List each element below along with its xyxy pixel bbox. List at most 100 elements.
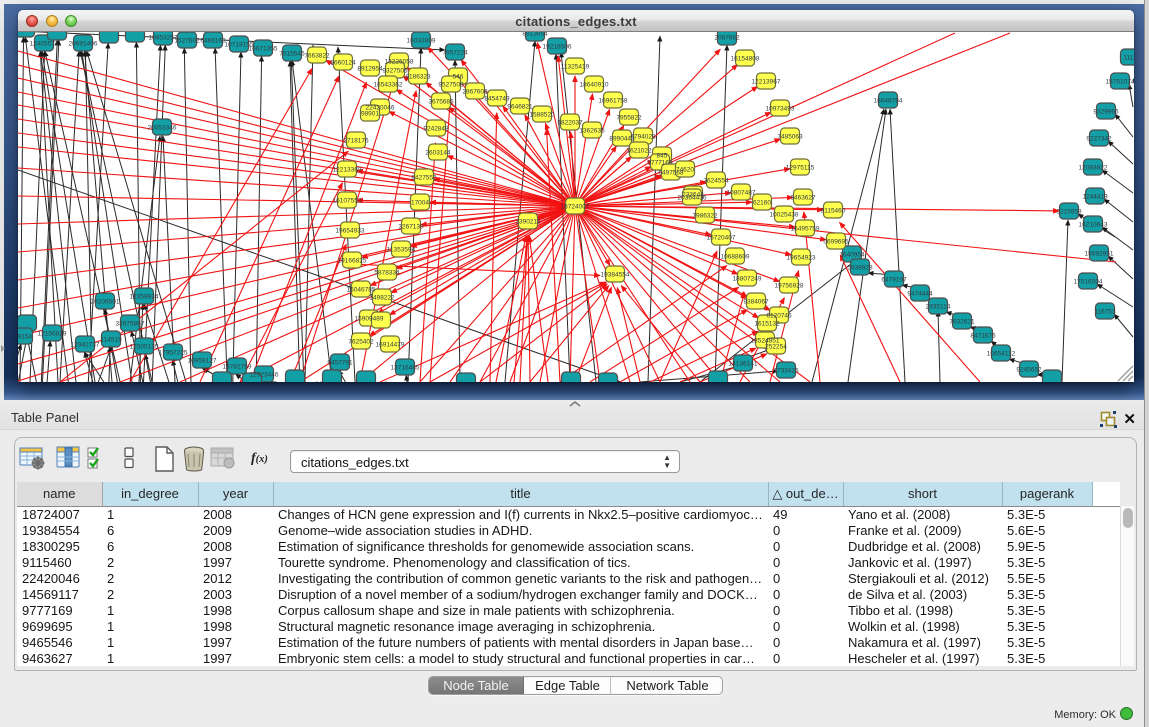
svg-text:6479197: 6479197 [881,276,907,283]
svg-text:14136141: 14136141 [729,360,758,367]
svg-text:9327505: 9327505 [382,67,408,74]
svg-text:5938928: 5938928 [847,264,873,271]
svg-text:6794028: 6794028 [630,133,656,140]
svg-text:16782759: 16782759 [223,363,252,370]
svg-text:116753: 116753 [1094,308,1116,315]
svg-text:1112: 1112 [1123,54,1134,61]
svg-text:15909489: 15909489 [355,315,384,322]
svg-text:19756928: 19756928 [775,282,804,289]
svg-text:16914479: 16914479 [376,341,405,348]
svg-text:2867608: 2867608 [462,88,488,95]
svg-text:0699695: 0699695 [823,238,849,245]
svg-text:11353594: 11353594 [387,246,416,253]
svg-text:16154808: 16154808 [731,55,760,62]
svg-text:15692951: 15692951 [1085,250,1114,257]
svg-text:15046785: 15046785 [347,286,376,293]
svg-text:98901: 98901 [361,110,379,117]
svg-text:10958127: 10958127 [188,357,217,364]
svg-text:1621022: 1621022 [626,147,652,154]
svg-text:1362635: 1362635 [579,127,605,134]
svg-text:13716485: 13716485 [391,364,420,371]
svg-text:9463627: 9463627 [790,194,816,201]
svg-text:1640954: 1640954 [839,251,865,258]
svg-text:10973493: 10973493 [766,105,795,112]
svg-text:5822037: 5822037 [557,119,583,126]
svg-text:20691406: 20691406 [69,40,98,47]
svg-text:12975115: 12975115 [786,164,815,171]
svg-text:7485063: 7485063 [777,133,803,140]
svg-text:19166825: 19166825 [338,257,367,264]
svg-text:9384067: 9384067 [743,298,769,305]
svg-text:2718176: 2718176 [343,137,369,144]
svg-text:1615132: 1615132 [754,320,780,327]
svg-text:16495759: 16495759 [791,225,820,232]
svg-text:10654112: 10654112 [987,350,1016,357]
svg-text:252254: 252254 [765,343,787,350]
svg-text:3624554: 3624554 [703,177,729,184]
svg-text:7957224: 7957224 [442,49,468,56]
svg-text:6120746: 6120746 [766,312,792,319]
svg-text:9474444: 9474444 [907,290,933,297]
svg-text:7986322: 7986322 [692,212,718,219]
svg-text:7955822: 7955822 [616,114,642,121]
svg-text:5878334: 5878334 [374,269,400,276]
svg-text:3675685: 3675685 [428,98,454,105]
svg-text:12405571: 12405571 [30,40,59,47]
svg-text:9527508: 9527508 [438,81,464,88]
svg-text:62160: 62160 [753,199,771,206]
svg-text:16961758: 16961758 [599,97,628,104]
svg-text:7663822: 7663822 [304,52,330,59]
svg-text:12923446: 12923446 [250,371,279,378]
svg-text:16210643: 16210643 [1079,221,1108,228]
svg-text:10807487: 10807487 [727,189,756,196]
svg-text:39154: 39154 [18,333,32,340]
svg-text:15720407: 15720407 [707,234,736,241]
svg-text:1498222: 1498222 [369,294,395,301]
svg-text:12213369: 12213369 [333,166,362,173]
svg-text:2390213: 2390213 [515,218,541,225]
svg-text:16671355: 16671355 [249,45,278,52]
svg-text:17016504: 17016504 [1074,278,1103,285]
svg-text:2935114: 2935114 [926,303,951,310]
svg-text:12942737: 12942737 [71,341,100,348]
svg-text:1527602: 1527602 [174,37,200,44]
svg-text:7515546: 7515546 [279,50,305,57]
svg-text:16033809: 16033809 [407,37,436,44]
svg-text:1244419: 1244419 [1082,193,1108,200]
svg-text:12505135: 12505135 [130,343,159,350]
svg-text:8427552: 8427552 [411,174,437,181]
svg-text:845: 845 [657,152,668,159]
svg-text:9245652: 9245652 [1016,366,1042,373]
svg-text:10025438: 10025438 [770,211,799,218]
svg-text:12093822: 12093822 [1079,164,1108,171]
svg-text:7632621: 7632621 [949,318,975,325]
svg-text:9242848: 9242848 [423,125,449,132]
svg-text:9329966: 9329966 [1093,108,1119,115]
svg-text:17004: 17004 [411,199,429,206]
svg-text:16107553: 16107553 [333,197,362,204]
svg-text:3215958: 3215958 [1056,208,1082,215]
svg-text:9777169: 9777169 [647,159,673,166]
svg-text:12213967: 12213967 [752,78,781,85]
svg-text:11325419: 11325419 [561,63,590,70]
svg-text:19218506: 19218506 [543,43,572,50]
svg-text:20206501: 20206501 [91,298,120,305]
svg-text:8660124: 8660124 [330,59,356,66]
svg-text:3267130: 3267130 [398,223,424,230]
svg-text:33975867: 33975867 [116,320,145,327]
svg-text:9457791: 9457791 [327,359,353,366]
svg-text:8471676: 8471676 [970,332,996,339]
svg-text:16648784: 16648784 [874,97,903,104]
svg-text:8454749: 8454749 [484,95,510,102]
svg-text:6466160: 6466160 [200,37,226,44]
svg-text:12156829: 12156829 [38,330,67,337]
svg-text:18807249: 18807249 [733,275,762,282]
svg-text:19654923: 19654923 [787,254,816,261]
svg-text:20053346: 20053346 [148,124,177,131]
svg-text:13226058: 13226058 [385,58,414,65]
svg-text:74620: 74620 [676,166,694,173]
svg-text:19654933: 19654933 [336,227,365,234]
svg-text:20364436: 20364436 [678,194,707,201]
svg-text:9227342: 9227342 [1086,135,1112,142]
svg-text:18640910: 18640910 [580,81,609,88]
